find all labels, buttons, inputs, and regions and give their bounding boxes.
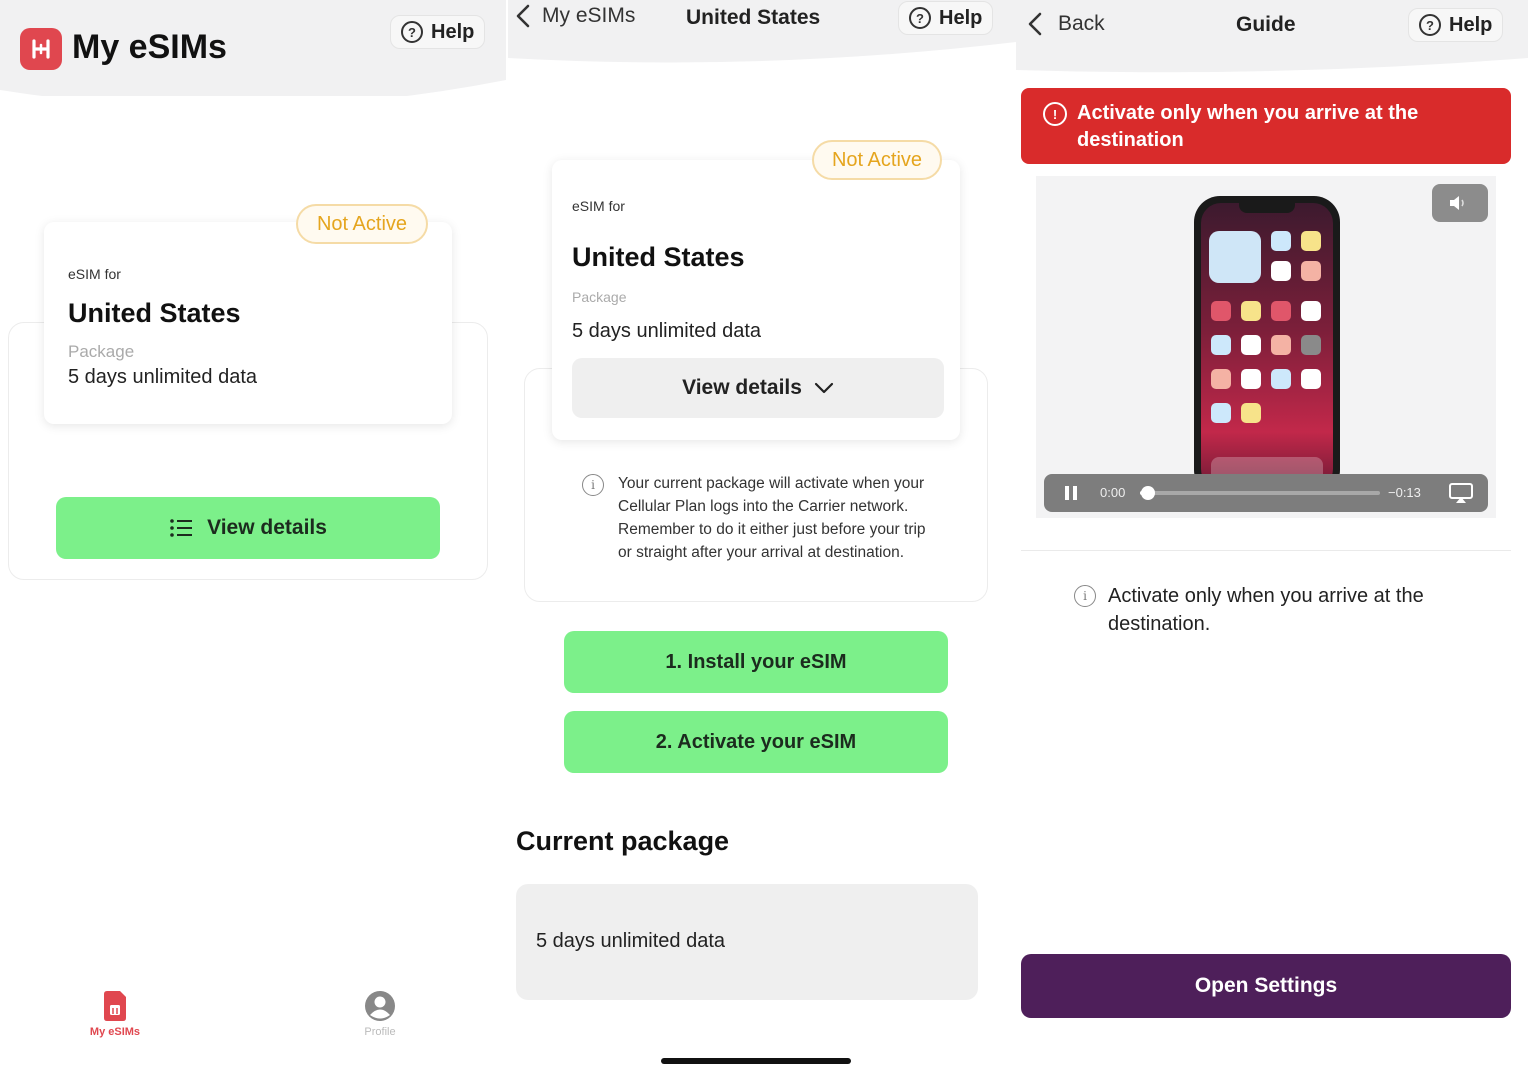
esim-country: United States (68, 298, 241, 328)
esim-for-label: eSIM for (572, 198, 625, 214)
video-player[interactable]: 0:00 −0:13 (1036, 176, 1496, 518)
elapsed-time: 0:00 (1100, 485, 1126, 500)
my-esims-screen: My eSIMs ? Help eSIM for United States P… (0, 0, 506, 1066)
remaining-time: −0:13 (1388, 485, 1421, 500)
open-settings-button[interactable]: Open Settings (1021, 954, 1511, 1018)
install-esim-label: 1. Install your eSIM (665, 650, 847, 673)
esim-card: eSIM for United States Package 5 days un… (552, 160, 960, 440)
app-logo-icon (20, 28, 62, 70)
info-icon: i (1074, 585, 1096, 607)
mute-button[interactable] (1432, 184, 1488, 222)
tab-profile[interactable]: Profile (345, 990, 415, 1038)
view-details-button[interactable]: View details (56, 497, 440, 559)
package-value: 5 days unlimited data (572, 320, 762, 342)
list-icon (170, 519, 193, 537)
alert-banner: ! Activate only when you arrive at the d… (1021, 88, 1511, 164)
activate-esim-button[interactable]: 2. Activate your eSIM (564, 711, 948, 773)
help-button[interactable]: ? Help (1408, 8, 1504, 42)
esim-country: United States (572, 242, 745, 272)
install-esim-button[interactable]: 1. Install your eSIM (564, 631, 948, 693)
header-wave (508, 36, 1016, 63)
activate-esim-label: 2. Activate your eSIM (655, 730, 857, 753)
view-details-button[interactable]: View details (572, 358, 944, 418)
airplay-icon (1449, 483, 1473, 503)
question-circle-icon: ? (401, 21, 423, 43)
status-badge: Not Active (296, 204, 428, 244)
question-circle-icon: ? (1419, 14, 1441, 36)
scrubber-handle[interactable] (1140, 486, 1155, 500)
pause-icon (1065, 486, 1077, 500)
esim-for-label: eSIM for (68, 266, 121, 282)
video-controls: 0:00 −0:13 (1044, 474, 1488, 512)
current-package-value: 5 days unlimited data (536, 930, 726, 952)
speaker-icon (1450, 196, 1464, 210)
back-label: Back (1058, 12, 1105, 35)
home-indicator (661, 1058, 851, 1064)
back-button[interactable]: My eSIMs (516, 4, 635, 28)
activation-info-text: Your current package will activate when … (618, 475, 926, 561)
chevron-left-icon (516, 4, 530, 28)
guide-screen: Back Guide ? Help ! Activate only when y… (1016, 0, 1528, 1066)
current-package-box: 5 days unlimited data (516, 884, 978, 1000)
view-details-label: View details (682, 376, 802, 399)
alert-text: Activate only when you arrive at the des… (1077, 102, 1419, 151)
status-badge: Not Active (812, 140, 942, 180)
header-wave (0, 80, 506, 120)
activation-note-text: Activate only when you arrive at the des… (1108, 585, 1424, 635)
view-details-label: View details (207, 516, 327, 539)
phone-illustration (1194, 196, 1340, 496)
video-scrubber[interactable] (1140, 486, 1380, 500)
help-label: Help (1449, 13, 1493, 36)
page-title: United States (686, 6, 821, 29)
help-button[interactable]: ? Help (390, 15, 486, 49)
tab-label: My eSIMs (89, 1026, 141, 1038)
page-title: Guide (1236, 13, 1296, 36)
sim-card-icon (104, 991, 126, 1021)
help-button[interactable]: ? Help (898, 1, 994, 35)
esim-detail-screen: My eSIMs United States ? Help eSIM for U… (508, 0, 1016, 1066)
help-label: Help (431, 20, 475, 43)
current-package-heading: Current package (516, 826, 730, 856)
page-title: My eSIMs (72, 28, 227, 66)
esim-card[interactable]: eSIM for United States Package 5 days un… (44, 222, 452, 424)
help-label: Help (939, 6, 983, 29)
info-icon: i (582, 474, 604, 496)
question-circle-icon: ? (909, 7, 931, 29)
chevron-down-icon (814, 382, 834, 394)
airplay-button[interactable] (1448, 482, 1474, 509)
divider (1021, 550, 1511, 551)
package-value: 5 days unlimited data (68, 366, 258, 388)
tab-label: Profile (364, 1026, 396, 1038)
alert-info-icon: ! (1043, 102, 1067, 126)
back-button[interactable]: Back (1028, 12, 1105, 36)
back-label: My eSIMs (542, 4, 636, 27)
tab-my-esims[interactable]: My eSIMs (80, 990, 150, 1038)
pause-button[interactable] (1064, 485, 1078, 506)
user-circle-icon (365, 991, 395, 1021)
package-label: Package (68, 342, 135, 361)
chevron-left-icon (1028, 12, 1042, 36)
package-label: Package (572, 289, 627, 305)
header-wave (1016, 48, 1528, 73)
